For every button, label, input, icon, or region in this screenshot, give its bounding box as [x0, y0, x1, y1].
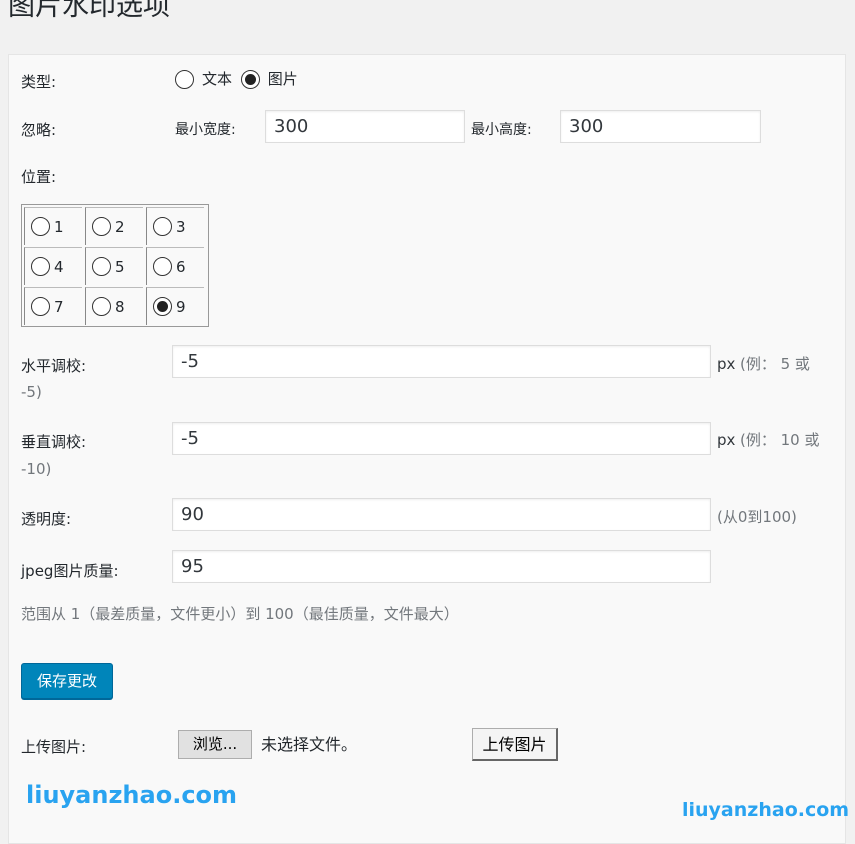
radio-position-7[interactable]: [31, 297, 50, 316]
position-cell-7[interactable]: 7: [24, 287, 82, 325]
type-options: 文本 图片: [175, 69, 302, 94]
position-cell-label: 2: [115, 217, 125, 236]
position-cell-label: 3: [176, 217, 186, 236]
horizontal-offset-input[interactable]: -5: [172, 345, 711, 378]
vertical-hint-cont: -10): [21, 460, 52, 478]
position-cell-label: 9: [176, 297, 186, 316]
position-cell-label: 4: [54, 257, 64, 276]
vertical-unit: px: [717, 431, 736, 449]
vertical-label: 垂直调校:: [21, 433, 87, 451]
watermark-text-corner: liuyanzhao.com: [682, 799, 850, 821]
position-cell-5[interactable]: 5: [85, 247, 143, 285]
min-height-label: 最小高度:: [471, 122, 532, 138]
min-width-label: 最小宽度:: [175, 122, 236, 138]
jpeg-quality-label: jpeg图片质量:: [21, 562, 119, 580]
radio-position-6[interactable]: [153, 257, 172, 276]
no-file-selected-text: 未选择文件。: [261, 735, 358, 754]
position-cell-8[interactable]: 8: [85, 287, 143, 325]
horizontal-hint: (例： 5 或: [740, 355, 810, 373]
position-cell-label: 1: [54, 217, 64, 236]
opacity-hint: (从0到100): [717, 508, 797, 526]
page-title: 图片水印选项: [8, 0, 170, 22]
position-cell-9[interactable]: 9: [146, 287, 204, 325]
horizontal-label: 水平调校:: [21, 357, 87, 375]
opacity-label: 透明度:: [21, 510, 72, 528]
radio-position-2[interactable]: [92, 217, 111, 236]
ignore-label: 忽略:: [21, 121, 57, 139]
type-label: 类型:: [21, 73, 57, 91]
radio-position-8[interactable]: [92, 297, 111, 316]
vertical-hint: (例： 10 或: [740, 431, 820, 449]
position-cell-4[interactable]: 4: [24, 247, 82, 285]
position-label: 位置:: [21, 168, 57, 186]
type-option-text[interactable]: 文本: [175, 69, 232, 89]
jpeg-quality-input[interactable]: 95: [172, 550, 711, 583]
position-cell-label: 8: [115, 297, 125, 316]
radio-text[interactable]: [175, 69, 194, 89]
radio-position-4[interactable]: [31, 257, 50, 276]
type-option-text-label: 文本: [202, 70, 233, 88]
position-grid: 1 2 3 4 5 6 7 8 9: [21, 204, 209, 327]
position-cell-label: 5: [115, 257, 125, 276]
type-option-image[interactable]: 图片: [240, 69, 298, 89]
opacity-input[interactable]: 90: [172, 498, 711, 531]
upload-image-button[interactable]: 上传图片: [472, 728, 558, 761]
vertical-offset-input[interactable]: -5: [172, 422, 711, 455]
position-cell-6[interactable]: 6: [146, 247, 204, 285]
min-height-input[interactable]: 300: [560, 110, 761, 143]
jpeg-quality-description: 范围从 1（最差质量，文件更小）到 100（最佳质量，文件最大）: [21, 605, 459, 623]
position-cell-2[interactable]: 2: [85, 207, 143, 245]
upload-label: 上传图片:: [21, 738, 87, 756]
radio-position-5[interactable]: [92, 257, 111, 276]
position-cell-1[interactable]: 1: [24, 207, 82, 245]
watermark-text: liuyanzhao.com: [26, 781, 238, 809]
type-option-image-label: 图片: [267, 70, 298, 88]
position-cell-label: 7: [54, 297, 64, 316]
radio-position-1[interactable]: [31, 217, 50, 236]
position-cell-label: 6: [176, 257, 186, 276]
radio-position-9[interactable]: [153, 297, 172, 316]
position-cell-3[interactable]: 3: [146, 207, 204, 245]
browse-file-button[interactable]: 浏览...: [178, 730, 252, 759]
min-width-input[interactable]: 300: [265, 110, 465, 143]
radio-image[interactable]: [240, 69, 260, 89]
horizontal-hint-cont: -5): [21, 383, 42, 401]
radio-position-3[interactable]: [153, 217, 172, 236]
save-changes-button[interactable]: 保存更改: [21, 663, 113, 699]
horizontal-unit: px: [717, 355, 736, 373]
